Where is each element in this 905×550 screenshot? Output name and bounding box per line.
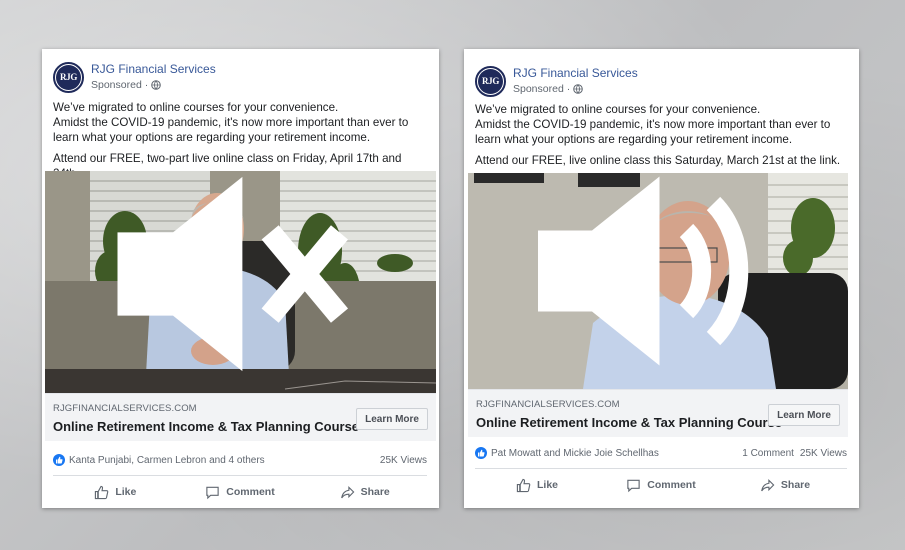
page-name-link[interactable]: RJG Financial Services [91,62,216,76]
page-name-link[interactable]: RJG Financial Services [513,66,638,80]
comment-button[interactable]: Comment [599,470,723,500]
post-body: We’ve migrated to online courses for you… [475,102,847,168]
link-domain: RJGFINANCIALSERVICES.COM [476,399,620,410]
ad-post-1: RJG RJG Financial Services Sponsored · W… [42,49,439,508]
link-preview[interactable]: RJGFINANCIALSERVICES.COM Online Retireme… [468,389,848,437]
reactions-row: Kanta Punjabi, Carmen Lebron and 4 other… [53,453,427,467]
body-line: Amidst the COVID-19 pandemic, it's now m… [53,116,409,144]
post-header: RJG RJG Financial Services Sponsored · [53,60,216,94]
comment-button[interactable]: Comment [178,477,303,507]
reactions-names[interactable]: Kanta Punjabi, Carmen Lebron and 4 other… [69,455,265,466]
divider [53,475,427,476]
body-line: We’ve migrated to online courses for you… [53,101,339,114]
like-button[interactable]: Like [475,470,599,500]
page-avatar[interactable]: RJG [475,65,506,97]
page-logo-text: RJG [478,68,503,94]
learn-more-button[interactable]: Learn More [356,408,428,430]
reactions-row: Pat Mowatt and Mickie Joie Schellhas 1 C… [475,446,847,460]
thumbs-up-icon [516,478,531,492]
comment-icon [206,486,219,499]
thumbs-up-badge-icon [475,447,487,459]
action-bar: Like Comment Share [53,477,427,507]
comment-label: Comment [226,486,275,498]
body-line: Amidst the COVID-19 pandemic, it's now m… [475,118,831,146]
post-body: We’ve migrated to online courses for you… [53,100,427,181]
share-icon [340,485,354,498]
views-count: 25K Views [799,447,847,459]
learn-more-button[interactable]: Learn More [768,404,840,426]
share-button[interactable]: Share [302,477,427,507]
action-bar: Like Comment Share [475,470,847,500]
body-line: Attend our FREE, live online class this … [475,154,841,167]
reactions-names[interactable]: Pat Mowatt and Mickie Joie Schellhas [491,448,659,459]
thumbs-up-icon [95,485,109,499]
video-player[interactable] [468,173,848,389]
video-player[interactable] [45,171,436,393]
link-domain: RJGFINANCIALSERVICES.COM [53,403,197,414]
sponsored-row: Sponsored · [91,78,216,92]
divider [475,468,847,469]
speaker-muted-icon[interactable] [45,171,424,385]
post-header: RJG RJG Financial Services Sponsored · [475,64,638,98]
sponsored-label: Sponsored · [513,83,571,95]
comment-label: Comment [647,479,696,491]
body-line: We’ve migrated to online courses for you… [475,103,761,116]
like-label: Like [115,486,137,498]
sponsored-row: Sponsored · [513,82,638,96]
thumbs-up-badge-icon [53,454,65,466]
like-label: Like [536,479,558,491]
globe-icon [151,80,162,90]
share-label: Share [780,479,811,491]
page-logo-text: RJG [56,64,81,90]
ad-post-2: RJG RJG Financial Services Sponsored · W… [464,49,859,508]
globe-icon [573,84,584,94]
comments-count[interactable]: 1 Comment [742,448,794,459]
sponsored-label: Sponsored · [91,79,149,91]
like-button[interactable]: Like [53,477,178,507]
link-title[interactable]: Online Retirement Income & Tax Planning … [476,415,782,430]
page-avatar[interactable]: RJG [53,61,84,93]
link-title[interactable]: Online Retirement Income & Tax Planning … [53,419,359,434]
speaker-on-icon[interactable] [468,173,836,379]
share-label: Share [360,486,390,498]
link-preview[interactable]: RJGFINANCIALSERVICES.COM Online Retireme… [45,393,436,441]
share-button[interactable]: Share [723,470,847,500]
comment-icon [627,479,640,492]
share-icon [761,478,775,491]
views-count: 25K Views [379,454,427,466]
